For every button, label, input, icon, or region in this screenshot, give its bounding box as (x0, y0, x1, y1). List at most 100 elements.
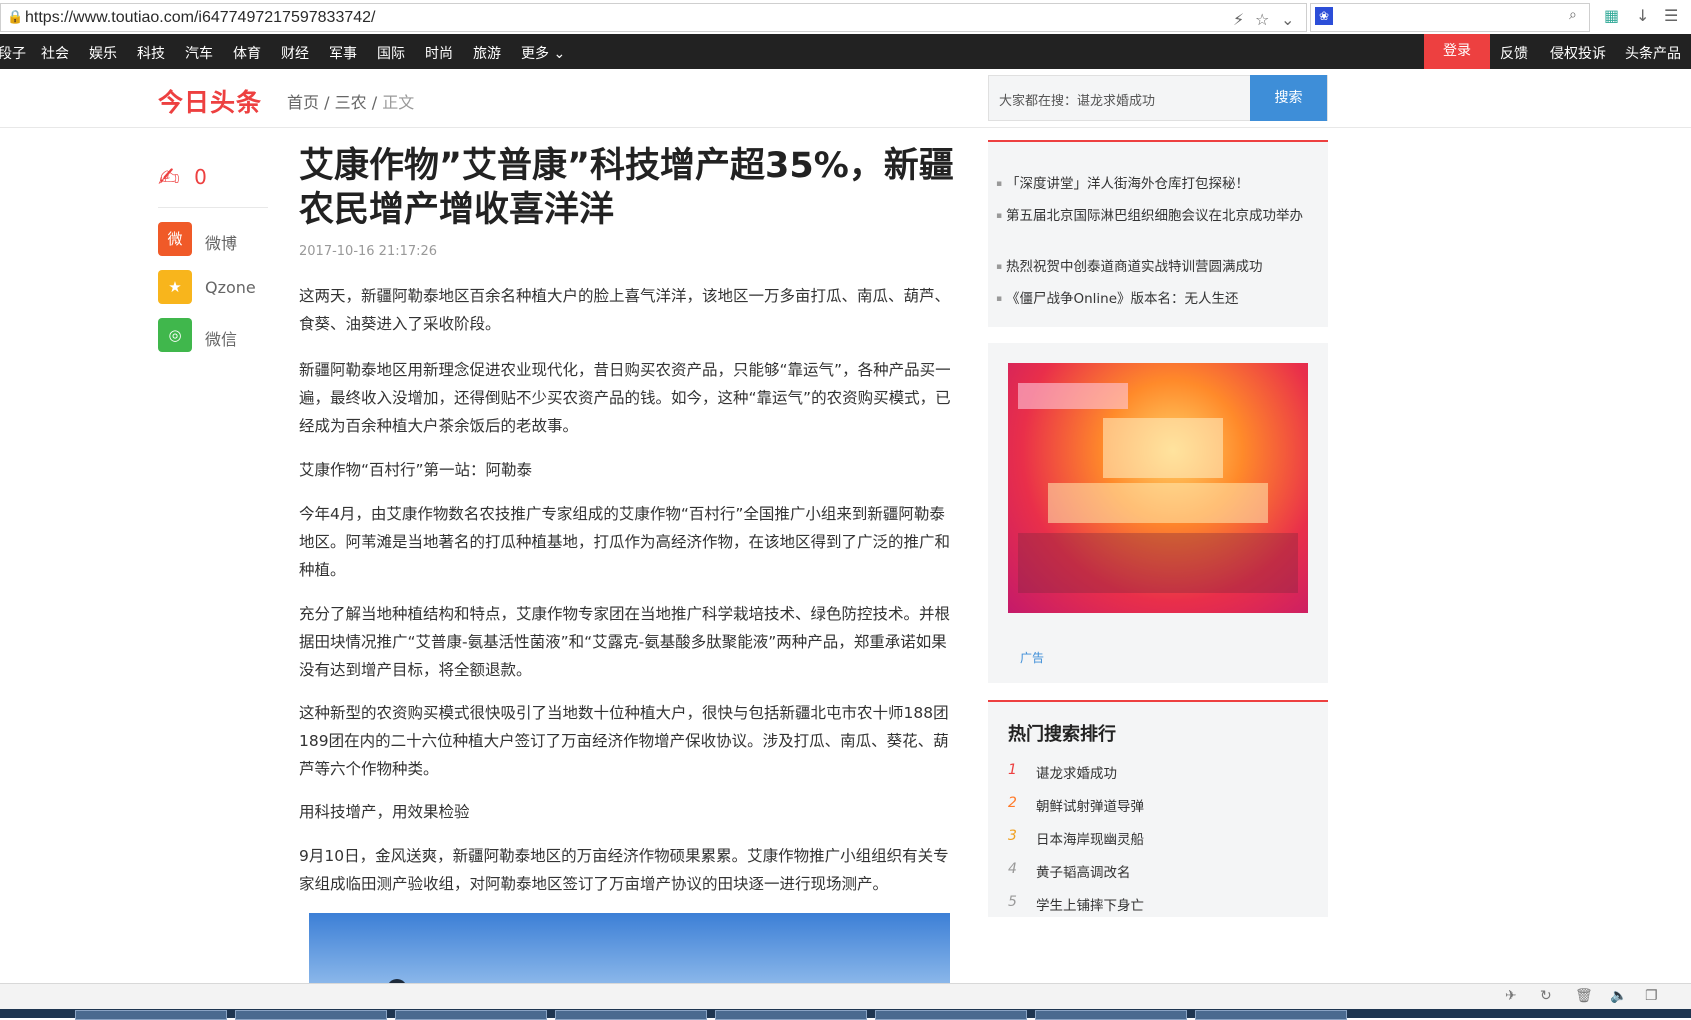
hot-rank: 5 (1008, 894, 1017, 910)
volume-icon[interactable]: 🔈 (1610, 988, 1627, 1004)
breadcrumb-current: 正文 (382, 93, 415, 112)
recommended-news: 「深度讲堂」洋人街海外仓库打包探秘！ 第五届北京国际淋巴组织细胞会议在北京成功举… (988, 140, 1328, 327)
hot-rank: 1 (1008, 762, 1017, 778)
hot-rank: 3 (1008, 828, 1017, 844)
taskbar-button[interactable] (1035, 1010, 1187, 1020)
baidu-paw-icon[interactable]: ❀ (1315, 7, 1333, 25)
login-button[interactable]: 登录 (1424, 34, 1490, 69)
share-qzone-label: Qzone (205, 278, 256, 297)
hot-search-ranking: 热门搜索排行 1 谌龙求婚成功 2 朝鲜试射弹道导弹 3 日本海岸现幽灵船 4 … (988, 700, 1328, 917)
news-link[interactable]: 「深度讲堂」洋人街海外仓库打包探秘！ (996, 174, 1311, 194)
hot-text: 朝鲜试射弹道导弹 (1036, 799, 1144, 815)
nav-item[interactable]: 体育 (233, 43, 261, 63)
refresh-icon[interactable]: ↻ (1540, 988, 1552, 1004)
hot-search-title: 热门搜索排行 (1008, 724, 1116, 745)
lightning-icon[interactable]: ⚡ (1233, 10, 1244, 29)
toutiao-logo[interactable]: 今日头条 (158, 83, 262, 119)
window-icon[interactable]: ❐ (1645, 988, 1658, 1004)
comment-button[interactable]: ✍ 0 (158, 163, 207, 193)
article-title: 艾康作物”艾普康”科技增产超35%，新疆农民增产增收喜洋洋 (299, 146, 954, 230)
nav-item[interactable]: 财经 (281, 43, 309, 63)
taskbar-button[interactable] (1195, 1010, 1347, 1020)
ad-banner[interactable] (1008, 363, 1308, 613)
nav-item[interactable]: 娱乐 (89, 43, 117, 63)
nav-item[interactable]: 汽车 (185, 43, 213, 63)
feedback-link[interactable]: 反馈 (1500, 43, 1528, 63)
browser-status-bar: ✈ ↻ 🗑 🔈 ❐ (0, 983, 1691, 1010)
nav-item[interactable]: 科技 (137, 43, 165, 63)
news-link[interactable]: 第五届北京国际淋巴组织细胞会议在北京成功举办 (996, 206, 1311, 226)
chevron-down-icon[interactable]: ⌄ (1281, 10, 1294, 29)
taskbar-button[interactable] (235, 1010, 387, 1020)
taskbar-button[interactable] (555, 1010, 707, 1020)
weibo-icon: 微 (158, 222, 192, 256)
nav-item-more[interactable]: 更多 ⌄ (521, 43, 565, 63)
taskbar-button[interactable] (715, 1010, 867, 1020)
apps-icon[interactable]: ▦ (1604, 6, 1619, 25)
share-divider (158, 207, 268, 208)
qzone-star-icon: ★ (158, 270, 192, 304)
ad-blurred-headline (1103, 418, 1223, 478)
nav-item[interactable]: 旅游 (473, 43, 501, 63)
nav-item[interactable]: 时尚 (425, 43, 453, 63)
url-box[interactable]: 🔒 https://www.toutiao.com/i6477497217597… (0, 3, 1307, 32)
share-wechat-label: 微信 (205, 330, 238, 349)
ad-blurred-products (1018, 533, 1298, 593)
download-icon[interactable]: ↓ (1636, 6, 1649, 25)
taskbar-button[interactable] (395, 1010, 547, 1020)
search-icon[interactable]: ⌕ (1569, 7, 1577, 23)
products-link[interactable]: 头条产品 (1625, 43, 1681, 63)
share-weibo-label: 微博 (205, 234, 238, 253)
article-subheading: 用科技增产，用效果检验 (299, 803, 470, 821)
nav-item[interactable]: 社会 (41, 43, 69, 63)
infringement-link[interactable]: 侵权投诉 (1550, 43, 1606, 63)
url-text[interactable]: https://www.toutiao.com/i647749721759783… (25, 9, 375, 27)
browser-search-box[interactable]: ❀ ⌕ (1310, 3, 1590, 32)
browser-address-bar: 🔒 https://www.toutiao.com/i6477497217597… (0, 0, 1691, 35)
nav-item[interactable]: 国际 (377, 43, 405, 63)
hot-rank: 4 (1008, 861, 1017, 877)
os-taskbar (0, 1009, 1691, 1020)
article-paragraph: 新疆阿勒泰地区用新理念促进农业现代化，昔日购买农资产品，只能够“靠运气”，各种产… (299, 361, 951, 435)
top-navigation: 段子 社会 娱乐 科技 汽车 体育 财经 军事 国际 时尚 旅游 更多 ⌄ 登录… (0, 34, 1691, 69)
ad-blurred-subheadline (1048, 483, 1268, 523)
nav-more-label: 更多 (521, 46, 549, 62)
menu-icon[interactable]: ☰ (1664, 6, 1678, 25)
ad-blurred-logo (1018, 383, 1128, 409)
hot-text: 日本海岸现幽灵船 (1036, 832, 1144, 848)
nav-item[interactable]: 军事 (329, 43, 357, 63)
site-header: 今日头条 首页 / 三农 / 正文 大家都在搜：谌龙求婚成功 搜索 (0, 69, 1691, 128)
article-paragraph: 这种新型的农资购买模式很快吸引了当地数十位种植大户，很快与包括新疆北屯市农十师1… (299, 704, 949, 778)
ad-label[interactable]: 广告 (1020, 649, 1044, 666)
article-paragraph: 9月10日，金风送爽，新疆阿勒泰地区的万亩经济作物硕果累累。艾康作物推广小组组织… (299, 847, 949, 893)
comment-icon: ✍ (158, 163, 180, 193)
chevron-down-icon: ⌄ (553, 46, 566, 62)
advertisement-box: 广告 (988, 343, 1328, 683)
lock-icon: 🔒 (7, 10, 24, 25)
breadcrumb-home[interactable]: 首页 (287, 93, 319, 112)
hot-text: 谌龙求婚成功 (1036, 766, 1117, 782)
breadcrumb: 首页 / 三农 / 正文 (287, 93, 415, 112)
nav-item[interactable]: 段子 (0, 43, 26, 63)
article-paragraph: 今年4月，由艾康作物数名农技推广专家组成的艾康作物“百村行”全国推广小组来到新疆… (299, 505, 951, 579)
publish-time: 2017-10-16 21:17:26 (299, 244, 438, 259)
taskbar-button[interactable] (875, 1010, 1027, 1020)
search-button[interactable]: 搜索 (1250, 75, 1327, 121)
breadcrumb-category[interactable]: 三农 (335, 93, 367, 112)
taskbar-button[interactable] (75, 1010, 227, 1020)
news-link[interactable]: 《僵尸战争Online》版本名：无人生还 (996, 289, 1311, 309)
search-placeholder: 大家都在搜：谌龙求婚成功 (999, 94, 1156, 109)
article-paragraph: 这两天，新疆阿勒泰地区百余名种植大户的脸上喜气洋洋，该地区一万多亩打瓜、南瓜、葫… (299, 287, 951, 333)
hot-text: 黄子韬高调改名 (1036, 865, 1131, 881)
article-paragraph: 充分了解当地种植结构和特点，艾康作物专家团在当地推广科学栽培技术、绿色防控技术。… (299, 605, 951, 679)
trash-icon[interactable]: 🗑 (1575, 988, 1593, 1004)
hot-rank: 2 (1008, 795, 1017, 811)
article-subheading: 艾康作物“百村行”第一站：阿勒泰 (299, 461, 533, 479)
comment-count: 0 (194, 164, 207, 189)
wechat-icon: ◎ (158, 318, 192, 352)
pin-icon[interactable]: ✈ (1505, 988, 1517, 1004)
news-link[interactable]: 热烈祝贺中创泰道商道实战特训营圆满成功 (996, 257, 1311, 277)
hot-text: 学生上铺摔下身亡 (1036, 898, 1144, 914)
star-icon[interactable]: ☆ (1255, 10, 1269, 29)
article-image (309, 913, 950, 989)
